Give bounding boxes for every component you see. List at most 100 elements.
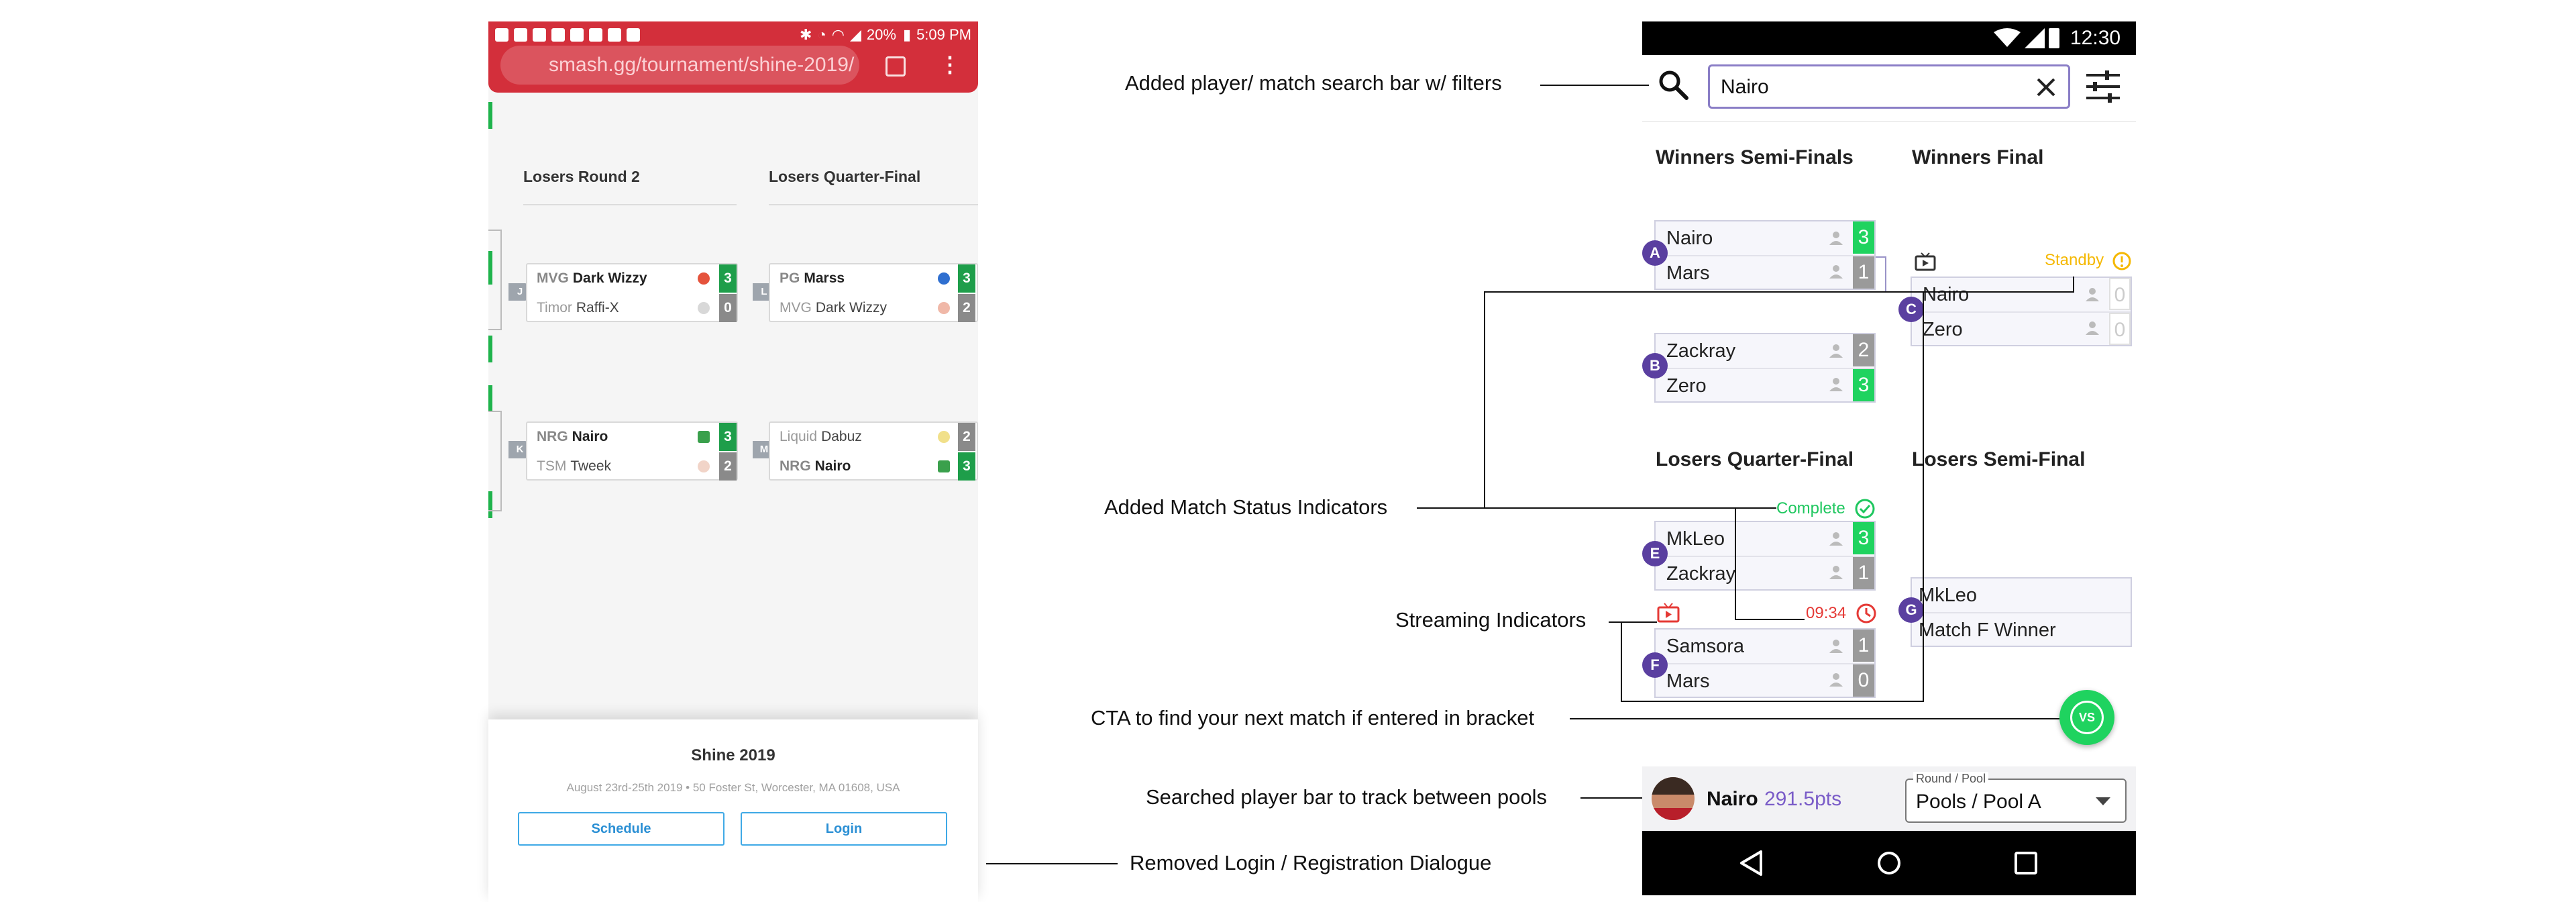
score: 3 <box>719 423 737 451</box>
wifi-icon: ◠ <box>831 26 845 43</box>
login-button[interactable]: Login <box>741 812 947 846</box>
bracket-match-c[interactable]: Nairo Zero 0 0 <box>1911 277 2132 346</box>
match-badge: G <box>1898 597 1924 623</box>
redesigned-bracket-screen: 12:30 Nairo Winners Semi-Finals Winners … <box>1642 21 2136 902</box>
search-icon[interactable] <box>1657 68 1689 101</box>
annotation-status: Added Match Status Indicators <box>1104 495 1388 519</box>
slack-icon <box>589 28 602 42</box>
score: 0 <box>1853 664 1874 697</box>
back-icon[interactable] <box>1739 850 1763 876</box>
search-value: Nairo <box>1721 76 1769 98</box>
battery-icon: ▮ <box>902 26 912 43</box>
character-icon <box>938 302 950 314</box>
signal-icon <box>2025 28 2045 48</box>
filter-icon[interactable] <box>2085 70 2121 103</box>
clear-icon[interactable] <box>2036 77 2056 97</box>
match-badge: B <box>1642 353 1668 379</box>
callout-line <box>1540 85 1649 86</box>
bracket-match-a[interactable]: Nairo Mars 3 1 <box>1654 220 1876 290</box>
callout-line <box>1735 619 1805 620</box>
person-icon <box>2086 321 2099 335</box>
character-icon <box>698 431 710 443</box>
round-title: Winners Final <box>1912 146 2044 168</box>
messenger-icon <box>570 28 584 42</box>
score: 2 <box>719 452 737 481</box>
character-icon <box>938 272 950 285</box>
chevron-down-icon <box>2096 797 2110 805</box>
bracket-match-b[interactable]: Zackray Zero 2 3 <box>1654 333 1876 403</box>
bracket-match-f[interactable]: Samsora Mars 1 0 <box>1654 628 1876 698</box>
player-name: Nairo <box>572 429 608 444</box>
player-row: MkLeo <box>1919 585 1978 606</box>
score: 3 <box>1853 522 1874 554</box>
progress-marker <box>488 102 492 129</box>
tournament-footer: Shine 2019 August 23rd-25th 2019 • 50 Fo… <box>488 719 978 902</box>
divider <box>1642 121 2136 122</box>
callout-line <box>1735 507 1736 620</box>
team-tag: NRG <box>537 429 568 444</box>
team-tag: MVG <box>780 300 812 315</box>
person-icon <box>1829 640 1843 653</box>
match-timer: 09:34 <box>1806 604 1847 622</box>
find-next-match-button[interactable]: VS <box>2059 690 2114 745</box>
app-icon <box>627 28 640 42</box>
team-tag: TSM <box>537 458 567 474</box>
recents-icon[interactable] <box>2014 851 2038 875</box>
character-icon <box>698 272 710 285</box>
match-status-standby: Standby <box>2045 251 2104 269</box>
character-icon <box>938 431 950 443</box>
bracket-match[interactable]: PG Marss 3 MVG Dark Wizzy 2 <box>769 263 978 322</box>
bracket-match[interactable]: Liquid Dabuz 2 NRG Nairo 3 <box>769 421 978 481</box>
score: 0 <box>2109 313 2131 345</box>
pool-select-value: Pools / Pool A <box>1916 791 2041 813</box>
stream-icon[interactable] <box>1915 252 1936 271</box>
bracket-match-e[interactable]: MkLeo Zackray 3 1 <box>1654 521 1876 591</box>
person-icon <box>1829 532 1843 546</box>
bracket-connector <box>488 230 502 330</box>
player-name: Dabuz <box>821 429 862 444</box>
score: 3 <box>1853 221 1874 254</box>
match-badge: E <box>1642 541 1668 566</box>
annotation-cta: CTA to find your next match if entered i… <box>1091 706 1535 730</box>
score: 1 <box>1853 256 1874 289</box>
player-name: Raffi-X <box>576 300 619 315</box>
callout-line <box>1621 701 1924 702</box>
clock: 5:09 PM <box>916 26 971 43</box>
live-stream-icon[interactable] <box>1657 603 1680 623</box>
callout-line <box>1417 507 1485 509</box>
clock-icon <box>1856 603 1876 623</box>
match-badge: A <box>1642 240 1668 266</box>
person-icon <box>1829 265 1843 279</box>
team-tag: MVG <box>537 270 569 286</box>
more-icon[interactable]: ⋮ <box>939 54 961 75</box>
tabs-icon[interactable] <box>885 56 906 77</box>
home-icon[interactable] <box>1876 850 1902 876</box>
divider <box>769 204 978 205</box>
url-bar[interactable]: smash.gg/tournament/shine-2019/ <box>500 46 859 85</box>
annotation-streaming: Streaming Indicators <box>1395 608 1587 632</box>
bracket-match[interactable]: MVG Dark Wizzy 3 Timor Raffi-X 0 <box>526 263 738 322</box>
pool-select-label: Round / Pool <box>1913 772 1989 786</box>
player-name: Dark Wizzy <box>815 300 888 315</box>
alarm-icon: ◔ <box>817 26 826 43</box>
schedule-button[interactable]: Schedule <box>518 812 724 846</box>
bluetooth-icon: ✱ <box>800 26 812 43</box>
wifi-icon <box>1994 28 2021 47</box>
bracket-match-g[interactable]: MkLeo Match F Winner <box>1911 577 2132 647</box>
gallery-icon <box>608 28 621 42</box>
player-name: Marss <box>804 270 845 286</box>
score: 0 <box>2109 278 2131 310</box>
player-points: 291.5pts <box>1764 788 1842 810</box>
annotation-search: Added player/ match search bar w/ filter… <box>1125 71 1502 95</box>
pool-select[interactable]: Round / Pool Pools / Pool A <box>1905 772 2127 823</box>
person-icon <box>1829 232 1843 245</box>
round-title: Winners Semi-Finals <box>1656 146 1854 168</box>
search-input[interactable]: Nairo <box>1708 64 2070 109</box>
event-title: Shine 2019 <box>691 746 775 764</box>
signal-icon: ◢ <box>849 26 861 43</box>
match-badge: F <box>1642 652 1668 678</box>
score: 2 <box>958 294 975 322</box>
bracket-match[interactable]: NRG Nairo 3 TSM Tweek 2 <box>526 421 738 481</box>
progress-marker <box>488 336 492 362</box>
person-icon <box>1829 566 1843 579</box>
